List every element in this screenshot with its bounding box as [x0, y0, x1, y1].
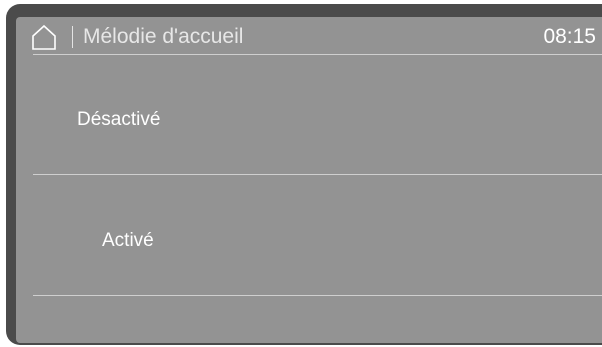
option-active[interactable]: Activé: [33, 185, 602, 295]
header-separator: [72, 26, 73, 48]
option-desactive[interactable]: Désactivé: [33, 65, 602, 175]
header-bar: Mélodie d'accueil 08:15: [16, 17, 602, 55]
option-label: Activé: [102, 230, 154, 251]
list-divider: [33, 295, 602, 296]
header-divider: [33, 54, 602, 55]
list-divider: [33, 174, 602, 175]
option-label: Désactivé: [77, 109, 161, 130]
display-screen: Mélodie d'accueil 08:15 Désactivé Activé: [16, 17, 602, 343]
page-title: Mélodie d'accueil: [83, 25, 244, 48]
home-icon[interactable]: [31, 24, 57, 50]
clock: 08:15: [543, 25, 596, 48]
